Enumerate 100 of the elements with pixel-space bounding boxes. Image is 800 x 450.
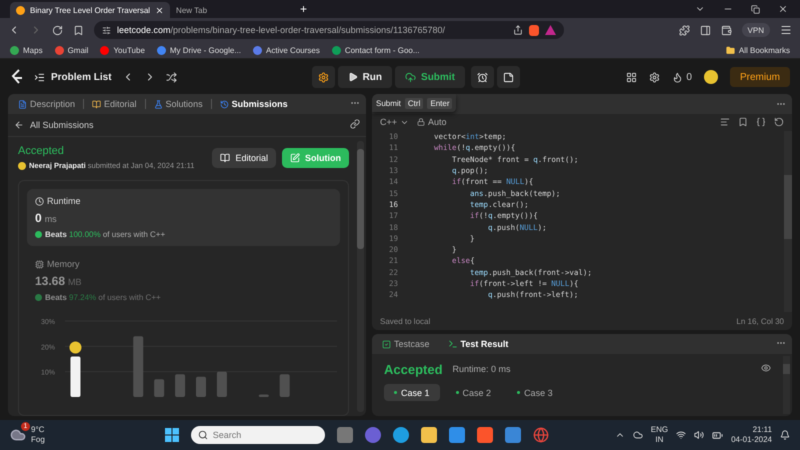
- new-tab-button[interactable]: +: [300, 2, 308, 16]
- note-button[interactable]: [496, 66, 520, 88]
- eye-icon[interactable]: [761, 363, 771, 373]
- vpn-button[interactable]: VPN: [742, 23, 770, 37]
- auto-mode[interactable]: Auto: [417, 117, 447, 127]
- panel-tab[interactable]: Description: [14, 99, 80, 109]
- editorial-button[interactable]: Editorial: [212, 148, 276, 168]
- streak-counter[interactable]: 0: [672, 72, 692, 82]
- premium-button[interactable]: Premium: [730, 67, 790, 87]
- case-tab[interactable]: Case 1: [384, 384, 440, 401]
- sliders-icon[interactable]: [102, 26, 111, 34]
- grid-icon[interactable]: [626, 72, 638, 82]
- document-icon: [18, 100, 27, 108]
- bookmark-icon[interactable]: [738, 117, 748, 127]
- play-icon: [348, 72, 358, 82]
- console-tab[interactable]: Testcase: [378, 339, 434, 349]
- badge-icon: [35, 231, 42, 238]
- bookmark-item[interactable]: Contact form - Goo...: [332, 46, 420, 54]
- reset-icon[interactable]: [774, 117, 784, 127]
- wallet-icon[interactable]: [720, 24, 732, 36]
- beats-text: Beats 100.00% of users with C++: [45, 230, 166, 239]
- bookmark-item[interactable]: My Drive - Google...: [156, 46, 242, 54]
- scrollbar[interactable]: [357, 141, 364, 412]
- share-icon[interactable]: [513, 25, 523, 35]
- panel-tab[interactable]: Submissions: [216, 99, 292, 109]
- scrollbar[interactable]: [783, 356, 790, 414]
- panel-tab[interactable]: Editorial: [88, 99, 141, 109]
- bookmark-item[interactable]: Active Courses: [253, 46, 320, 54]
- battery-icon[interactable]: [712, 430, 724, 440]
- weather-condition: Fog: [31, 435, 45, 445]
- list-icon: [34, 72, 45, 82]
- bookmark-item[interactable]: YouTube: [100, 46, 145, 54]
- submit-button[interactable]: Submit: [395, 66, 465, 88]
- case-tab[interactable]: Case 3: [507, 384, 563, 401]
- clock-icon: [35, 196, 44, 206]
- url-text: leetcode.com/problems/binary-tree-level-order-traversal/submissions/1136765780/: [117, 25, 446, 35]
- bookmark-icon[interactable]: [73, 24, 84, 36]
- windows-icon[interactable]: [164, 428, 179, 442]
- run-button[interactable]: Run: [338, 66, 392, 88]
- volume-icon[interactable]: [694, 430, 704, 440]
- cloud-icon[interactable]: [632, 430, 643, 440]
- problem-list-link[interactable]: Problem List: [34, 72, 112, 82]
- flask-icon: [154, 100, 163, 108]
- language-select[interactable]: C++: [380, 117, 410, 127]
- wifi-icon[interactable]: [676, 430, 686, 440]
- all-bookmarks[interactable]: All Bookmarks: [726, 46, 790, 54]
- chart-bar: [216, 372, 227, 397]
- scrollbar[interactable]: [784, 131, 792, 312]
- stat-title: Runtime: [47, 196, 81, 206]
- stat-value: 0 ms: [35, 211, 58, 225]
- result-status: Accepted: [384, 362, 443, 376]
- address-bar[interactable]: leetcode.com/problems/binary-tree-level-order-traversal/submissions/1136765780/: [94, 21, 564, 39]
- chart-bar: [154, 379, 164, 397]
- settings-icon[interactable]: [649, 72, 660, 82]
- browser-tab[interactable]: New Tab: [170, 2, 290, 18]
- search-field[interactable]: Search: [190, 426, 325, 444]
- language-indicator[interactable]: ENG IN: [650, 425, 668, 445]
- chart-bar: [70, 356, 80, 397]
- badge-icon: [35, 294, 42, 301]
- book-icon: [92, 100, 102, 108]
- weather-icon[interactable]: [10, 427, 26, 443]
- case-tab[interactable]: Case 2: [446, 384, 502, 401]
- close-icon[interactable]: [155, 6, 164, 14]
- bookmark-item[interactable]: Gmail: [54, 46, 88, 54]
- triangle-icon[interactable]: [545, 25, 556, 35]
- clock[interactable]: 21:11 04-01-2024: [731, 425, 772, 445]
- timer-button[interactable]: [470, 66, 494, 88]
- checkbox-icon: [382, 340, 391, 348]
- lock-icon: [417, 118, 426, 126]
- avatar-icon[interactable]: [704, 70, 718, 84]
- alarm-clock-icon: [476, 72, 488, 82]
- format-icon[interactable]: [720, 117, 730, 127]
- browser-tab[interactable]: Binary Tree Level Order Traversal: [10, 2, 170, 18]
- bell-icon[interactable]: [780, 430, 790, 440]
- stat-card[interactable]: Runtime 0 ms Beats 100.00% of users with C++: [27, 189, 340, 246]
- globe-icon[interactable]: [532, 427, 549, 443]
- restore-icon[interactable]: [751, 4, 760, 14]
- note-icon: [502, 72, 514, 82]
- link-icon[interactable]: [350, 119, 360, 129]
- puzzle-icon[interactable]: [678, 24, 690, 36]
- stat-card[interactable]: Memory 13.68 MB Beats 97.24% of users with C++: [27, 252, 340, 309]
- debug-button[interactable]: [312, 66, 335, 88]
- bookmark-item[interactable]: Maps: [10, 46, 43, 54]
- menu-icon[interactable]: [780, 24, 792, 36]
- console-tab[interactable]: Test Result: [444, 339, 512, 349]
- book-icon: [220, 153, 230, 163]
- cursor-position: Ln 16, Col 30: [736, 316, 784, 326]
- tooltip: Submit Ctrl Enter: [372, 94, 456, 112]
- stat-value: 13.68 MB: [35, 274, 83, 288]
- runtime-text: Runtime: 0 ms: [452, 364, 511, 374]
- status-text: Accepted: [18, 145, 65, 157]
- close-icon[interactable]: [778, 4, 788, 14]
- shuffle-icon[interactable]: [166, 72, 177, 82]
- panel-tab[interactable]: Solutions: [150, 99, 207, 109]
- all-submissions-link[interactable]: All Submissions: [14, 120, 94, 130]
- sidebar-icon[interactable]: [700, 24, 711, 36]
- avatar-icon: [69, 341, 82, 354]
- logo-icon[interactable]: [10, 69, 24, 85]
- braces-icon[interactable]: [756, 117, 766, 127]
- reload-icon[interactable]: [52, 24, 63, 36]
